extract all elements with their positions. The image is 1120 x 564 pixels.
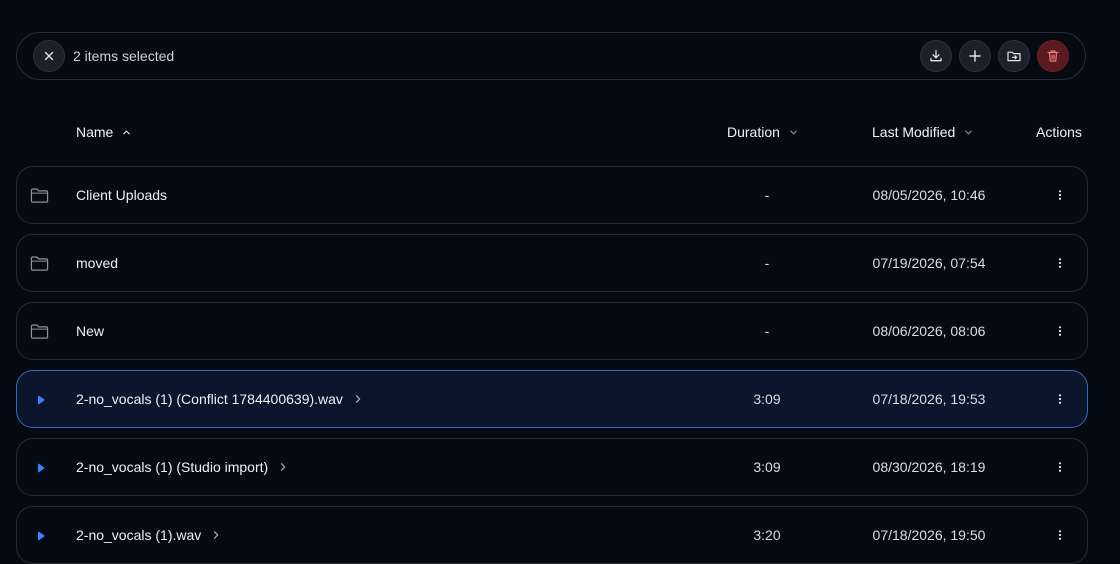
chevron-right-icon[interactable] — [353, 394, 363, 404]
table-row[interactable]: Client Uploads - 08/05/2026, 10:46 — [16, 166, 1088, 224]
more-vertical-icon — [1058, 326, 1062, 336]
table-header: Name Duration Last Modified Actions — [0, 112, 1120, 152]
column-duration[interactable]: Duration — [727, 124, 799, 140]
more-vertical-icon — [1058, 258, 1062, 268]
row-duration: - — [764, 323, 770, 339]
row-modified: 07/18/2026, 19:50 — [872, 527, 986, 543]
row-more-button[interactable] — [1050, 456, 1070, 478]
clear-selection-button[interactable] — [33, 40, 65, 72]
row-duration: 3:09 — [753, 459, 781, 475]
table-row[interactable]: 2-no_vocals (1).wav 3:20 07/18/2026, 19:… — [16, 506, 1088, 564]
table-row[interactable]: 2-no_vocals (1) (Studio import) 3:09 08/… — [16, 438, 1088, 496]
chevron-right-icon[interactable] — [211, 530, 221, 540]
folder-icon — [30, 188, 49, 203]
move-to-folder-button[interactable] — [998, 40, 1030, 72]
chevron-down-icon — [790, 130, 797, 134]
folder-icon — [30, 324, 49, 339]
column-actions: Actions — [1036, 124, 1082, 140]
row-more-button[interactable] — [1050, 184, 1070, 206]
row-name: moved — [76, 255, 119, 271]
row-modified: 07/19/2026, 07:54 — [872, 255, 986, 271]
more-vertical-icon — [1058, 530, 1062, 540]
row-name: 2-no_vocals (1).wav — [76, 527, 221, 543]
add-button[interactable] — [959, 40, 991, 72]
row-more-button[interactable] — [1050, 252, 1070, 274]
play-icon[interactable] — [36, 395, 46, 405]
move-to-folder-icon — [1007, 51, 1021, 62]
row-name: 2-no_vocals (1) (Studio import) — [76, 459, 288, 475]
selection-actions — [920, 40, 1069, 72]
play-icon[interactable] — [36, 463, 46, 473]
more-vertical-icon — [1058, 190, 1062, 200]
row-modified: 08/06/2026, 08:06 — [872, 323, 986, 339]
download-icon — [930, 49, 942, 62]
delete-button[interactable] — [1037, 40, 1069, 72]
chevron-down-icon — [965, 130, 973, 134]
add-icon — [969, 50, 981, 62]
download-button[interactable] — [920, 40, 952, 72]
row-duration: - — [764, 187, 770, 203]
column-name[interactable]: Name — [76, 124, 132, 140]
row-name: New — [76, 323, 105, 339]
more-vertical-icon — [1058, 394, 1062, 404]
more-vertical-icon — [1058, 462, 1062, 472]
row-modified: 07/18/2026, 19:53 — [872, 391, 986, 407]
row-modified: 08/05/2026, 10:46 — [872, 187, 986, 203]
row-more-button[interactable] — [1050, 320, 1070, 342]
row-modified: 08/30/2026, 18:19 — [872, 459, 986, 475]
row-more-button[interactable] — [1050, 524, 1070, 546]
row-duration: - — [764, 255, 770, 271]
row-duration: 3:20 — [753, 527, 781, 543]
table-row[interactable]: New - 08/06/2026, 08:06 — [16, 302, 1088, 360]
close-icon — [44, 51, 54, 61]
sort-ascending-icon — [123, 130, 131, 134]
selection-count: 2 items selected — [73, 48, 175, 64]
column-last-modified[interactable]: Last Modified — [872, 124, 974, 140]
table-row-selected[interactable]: 2-no_vocals (1) (Conflict 1784400639).wa… — [16, 370, 1088, 428]
row-duration: 3:09 — [753, 391, 781, 407]
row-more-button[interactable] — [1050, 388, 1070, 410]
row-name: Client Uploads — [76, 187, 168, 203]
table-row[interactable]: moved - 07/19/2026, 07:54 — [16, 234, 1088, 292]
trash-icon — [1047, 50, 1059, 62]
folder-icon — [30, 256, 49, 271]
selection-bar: 2 items selected — [16, 32, 1086, 80]
chevron-right-icon[interactable] — [278, 462, 288, 472]
row-name: 2-no_vocals (1) (Conflict 1784400639).wa… — [76, 391, 363, 407]
